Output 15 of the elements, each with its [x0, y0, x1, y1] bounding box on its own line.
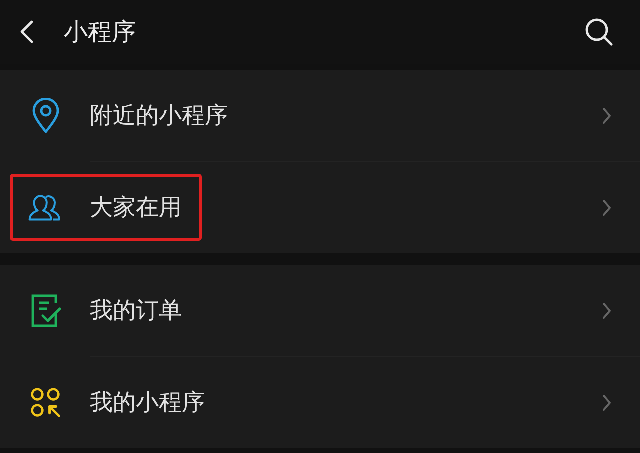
menu-item[interactable]: 大家在用 [0, 162, 640, 253]
page-title: 小程序 [64, 17, 137, 48]
menu-label: 我的订单 [90, 297, 182, 326]
menu-item[interactable]: 附近的小程序 [0, 70, 640, 161]
menu-label: 大家在用 [90, 194, 182, 223]
search-icon[interactable] [584, 17, 614, 47]
menu-label: 我的小程序 [90, 389, 205, 418]
menu-item[interactable]: 我的订单 [0, 265, 640, 356]
menu-item[interactable]: 我的小程序 [0, 357, 640, 448]
back-icon[interactable] [20, 20, 34, 44]
chevron-icon [602, 198, 612, 216]
menu-label: 附近的小程序 [90, 102, 228, 131]
chevron-icon [602, 394, 612, 412]
chevron-icon [602, 302, 612, 320]
chevron-icon [602, 106, 612, 124]
